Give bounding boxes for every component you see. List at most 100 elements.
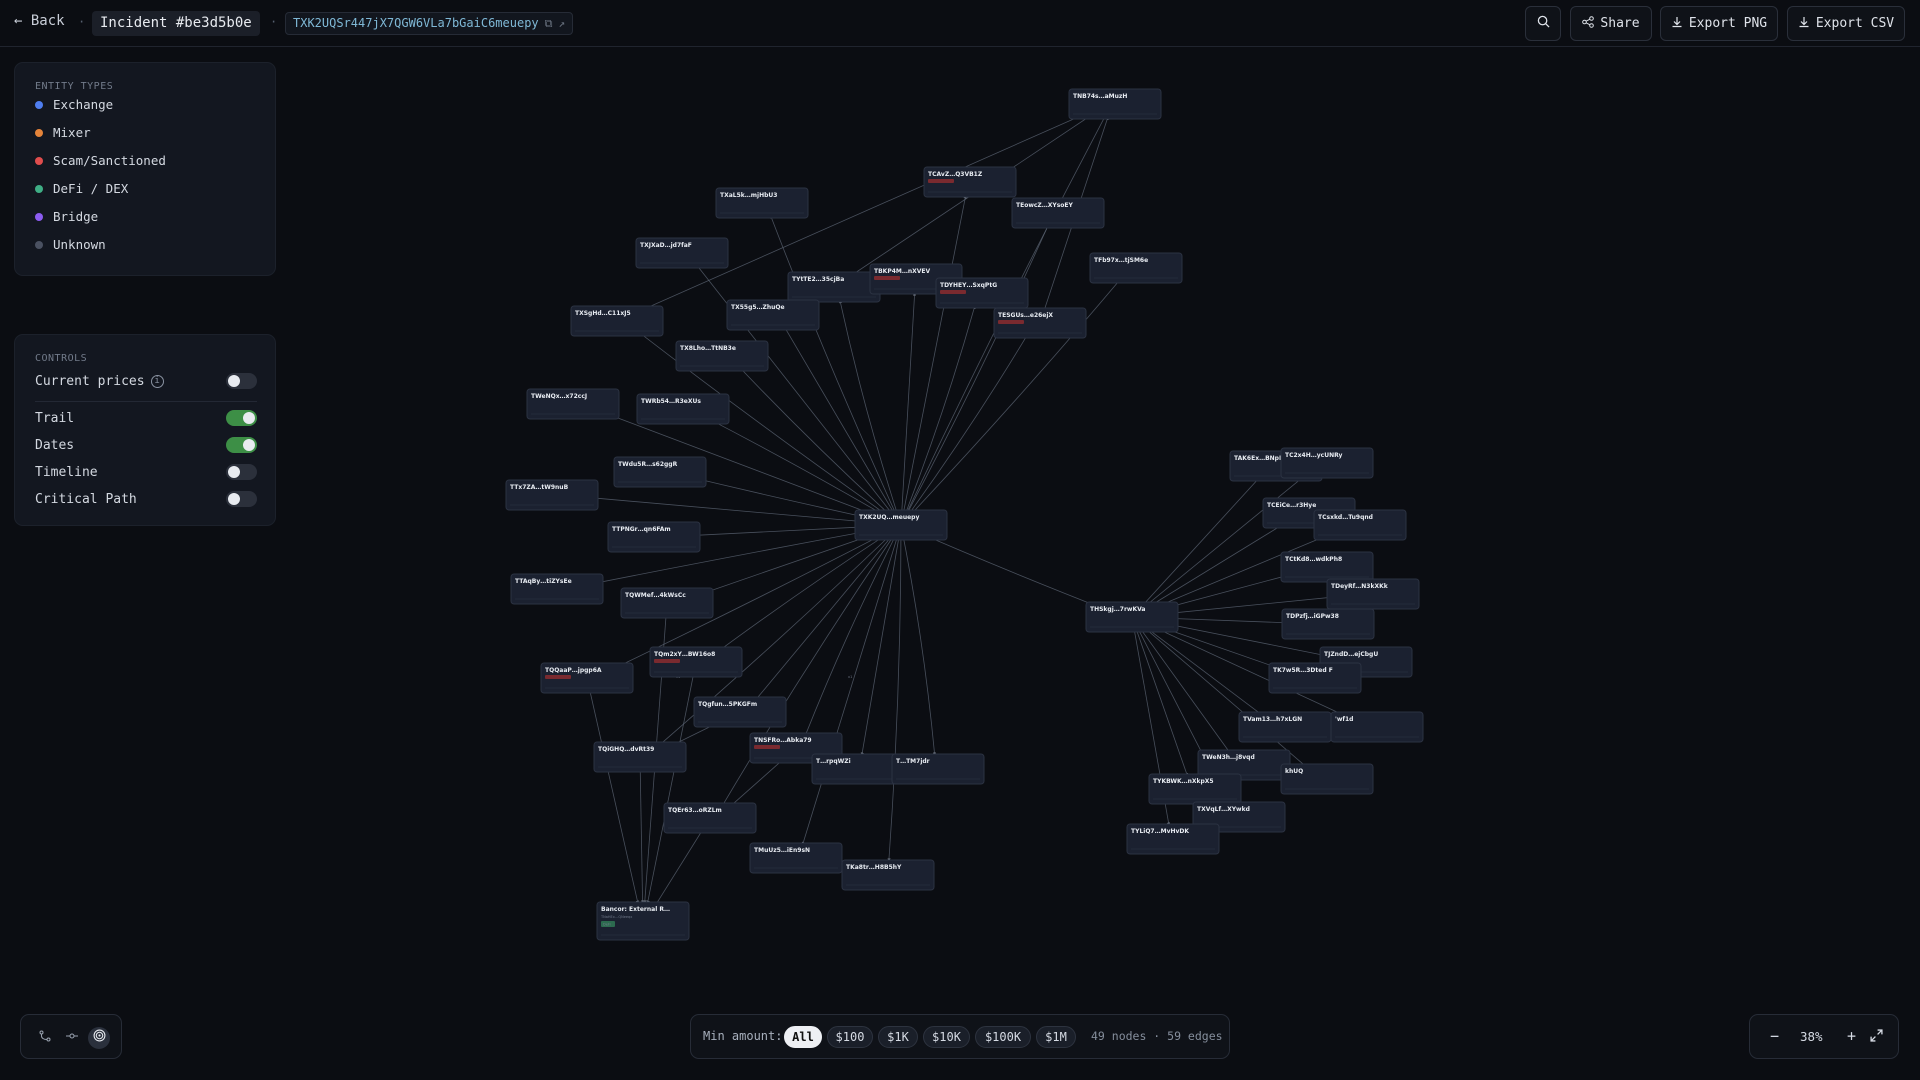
chip-100[interactable]: $100 [827, 1026, 873, 1048]
graph-node[interactable]: TWRb54…R3eXUs [636, 393, 730, 425]
dates-toggle[interactable] [226, 437, 257, 453]
graph-node[interactable]: TQiGHQ…dvRt39 [593, 741, 687, 773]
graph-node[interactable]: TEowcZ…XYsoEY [1011, 197, 1105, 229]
graph-node[interactable]: TMuUz5…iEn9sN [749, 842, 843, 874]
graph-node[interactable]: TWdu5R…s62ggR [613, 456, 707, 488]
graph-node[interactable]: TNB74s…aMuzH [1068, 88, 1162, 120]
graph-node[interactable]: TWeNQx…x72ccJ [526, 388, 620, 420]
node-label: TWdu5R…s62ggR [618, 461, 678, 468]
graph-node[interactable]: TESGUs…e26ejX [993, 307, 1087, 339]
graph-edge[interactable] [784, 326, 902, 526]
node-label: TAK6Ex…BNpPl [1234, 455, 1285, 462]
graph-edge[interactable] [713, 524, 902, 655]
graph-edge[interactable] [639, 756, 645, 904]
graph-node[interactable]: TYLiQ7…MvHvDK [1126, 823, 1220, 855]
graph-node[interactable]: T…TM7jdr [891, 753, 985, 785]
graph-edge[interactable] [1131, 616, 1232, 755]
graph-node[interactable]: TX55g5…ZhuQe [726, 299, 820, 331]
graph-edge[interactable] [887, 524, 902, 862]
graph-node[interactable]: TDeyRf…N3kXKk [1326, 578, 1420, 610]
graph-node[interactable]: TCtKd8…wdkPh8 [1280, 551, 1374, 583]
graph-node[interactable]: khUQ [1280, 763, 1374, 795]
graph-node[interactable]: 'wf1d [1330, 711, 1424, 743]
node-label: TQWMef…4kWsCc [625, 592, 686, 599]
graph-edge[interactable] [860, 524, 902, 756]
trail-toggle[interactable] [226, 410, 257, 426]
export-csv-button[interactable]: Export CSV [1787, 6, 1905, 41]
graph-node[interactable]: TQgfun…5PKGFm [693, 696, 787, 728]
graph-node[interactable]: TQQaaP…jpgp6A [540, 662, 634, 694]
graph-node[interactable]: TKa8tr…H8B5hY [841, 859, 935, 891]
node-root[interactable]: TXK2UQ…meuepy [854, 509, 948, 541]
graph-node[interactable]: TQm2xY…BW16o8 [649, 646, 743, 678]
graph-node[interactable]: T…rpqWZi [811, 753, 905, 785]
chip-1m[interactable]: $1M [1036, 1026, 1076, 1048]
graph-edge[interactable] [701, 415, 902, 526]
graph-edge[interactable] [586, 677, 639, 904]
graph-node[interactable]: TTx7ZA…tW9nuB [505, 479, 599, 511]
node-layer: TXK2UQ…meuepy THSkgj…7rwKVa TNB74s…aMuzH TC… [505, 88, 1424, 941]
graph-node[interactable]: TQWMef…4kWsCc [620, 587, 714, 619]
control-label: Critical Path [35, 491, 137, 507]
graph-node[interactable]: TYtTE2…35cjBa [787, 271, 881, 303]
current-prices-toggle[interactable] [226, 373, 257, 389]
graph-node[interactable]: TX8Lho…TtNB3e [675, 340, 769, 372]
target-icon[interactable] [88, 1027, 110, 1049]
node-label: TYLiQ7…MvHvDK [1131, 828, 1189, 835]
graph-node[interactable]: TK7w5R…3Dted F [1268, 662, 1362, 694]
zoom-in-button[interactable]: + [1847, 1027, 1856, 1045]
chip-100k[interactable]: $100K [975, 1026, 1031, 1048]
node-bancor[interactable]: Bancor: External R… TNaHEx…QNeeqx DeFi [596, 901, 690, 941]
graph-node[interactable]: TFb97x…tjSM6e [1089, 252, 1183, 284]
node-label: TQQaaP…jpgp6A [545, 667, 602, 674]
edge-label: x1 [848, 675, 852, 679]
graph-edge[interactable] [838, 299, 902, 526]
timeline-toggle[interactable] [226, 464, 257, 480]
info-icon[interactable]: i [150, 374, 164, 388]
graph-node[interactable]: TXSgHd…C11xJ5 [570, 305, 664, 337]
graph-edge[interactable] [801, 524, 902, 846]
expand-icon[interactable] [1870, 1028, 1883, 1046]
graph-node[interactable]: TTAqBy…tiZYsEe [510, 573, 604, 605]
back-button[interactable]: ← Back [14, 13, 65, 29]
graph-node[interactable]: TYKBWK…nXkpX5 [1148, 773, 1242, 805]
graph-node[interactable]: TC2x4H…ycUNRy [1280, 447, 1374, 479]
path-icon[interactable] [34, 1027, 56, 1049]
address-chip[interactable]: TXK2UQSr447jX7QGW6VLa7bGaiC6meuepy ⧉ ↗ [285, 12, 574, 35]
graph-edge[interactable] [1131, 471, 1311, 618]
chip-1k[interactable]: $1K [878, 1026, 918, 1048]
chip-all[interactable]: All [784, 1026, 822, 1048]
share-button[interactable]: Share [1570, 6, 1652, 41]
graph-node[interactable]: TTPNGr…qn6FAm [607, 521, 701, 553]
graph-edge[interactable] [573, 494, 902, 526]
graph-edge[interactable] [646, 661, 697, 904]
critical-path-toggle[interactable] [226, 491, 257, 507]
search-button[interactable] [1525, 6, 1561, 41]
commit-icon[interactable] [61, 1027, 83, 1049]
graph-node[interactable]: TQEr63…oRZLm [663, 802, 757, 834]
node-label: TX8Lho…TtNB3e [680, 345, 736, 352]
graph-edge[interactable] [754, 524, 902, 702]
graph-node[interactable]: TCAvZ…Q3VB1Z [923, 166, 1017, 198]
graph-node[interactable]: TXaL5k…mjHbU3 [715, 187, 809, 219]
graph-edge[interactable] [1131, 475, 1262, 618]
graph-edge[interactable] [900, 524, 937, 756]
graph-node[interactable]: TDYHEY…SxqPtG [935, 277, 1029, 309]
node-label: TWRb54…R3eXUs [641, 398, 701, 405]
graph-node[interactable]: TVam13…h7xLGN [1238, 711, 1332, 743]
graph-node[interactable]: TCsxkd…Tu9qnd [1313, 509, 1407, 541]
external-link-icon[interactable]: ↗ [559, 13, 566, 34]
node-label: TQEr63…oRZLm [668, 807, 722, 814]
zoom-out-button[interactable]: − [1770, 1027, 1779, 1045]
graph-node[interactable]: TXJXaD…jd7faF [635, 237, 729, 269]
graph-node[interactable]: THSkgj…7rwKVa [1085, 601, 1179, 633]
graph-node[interactable]: TDPzfj…iGPw38 [1281, 608, 1375, 640]
sanctioned-badge [874, 276, 900, 280]
export-png-label: Export PNG [1688, 16, 1768, 31]
graph-canvas[interactable]: x1x1x1 TXK2UQ…meuepyTHSkgj…7rwKVaTNB74s…… [0, 48, 1920, 1080]
node-label: TX55g5…ZhuQe [731, 304, 785, 311]
copy-icon[interactable]: ⧉ [545, 13, 553, 34]
chip-10k[interactable]: $10K [923, 1026, 970, 1048]
legend-item-defi-dex: DeFi / DEX [35, 181, 128, 196]
export-png-button[interactable]: Export PNG [1660, 6, 1778, 41]
